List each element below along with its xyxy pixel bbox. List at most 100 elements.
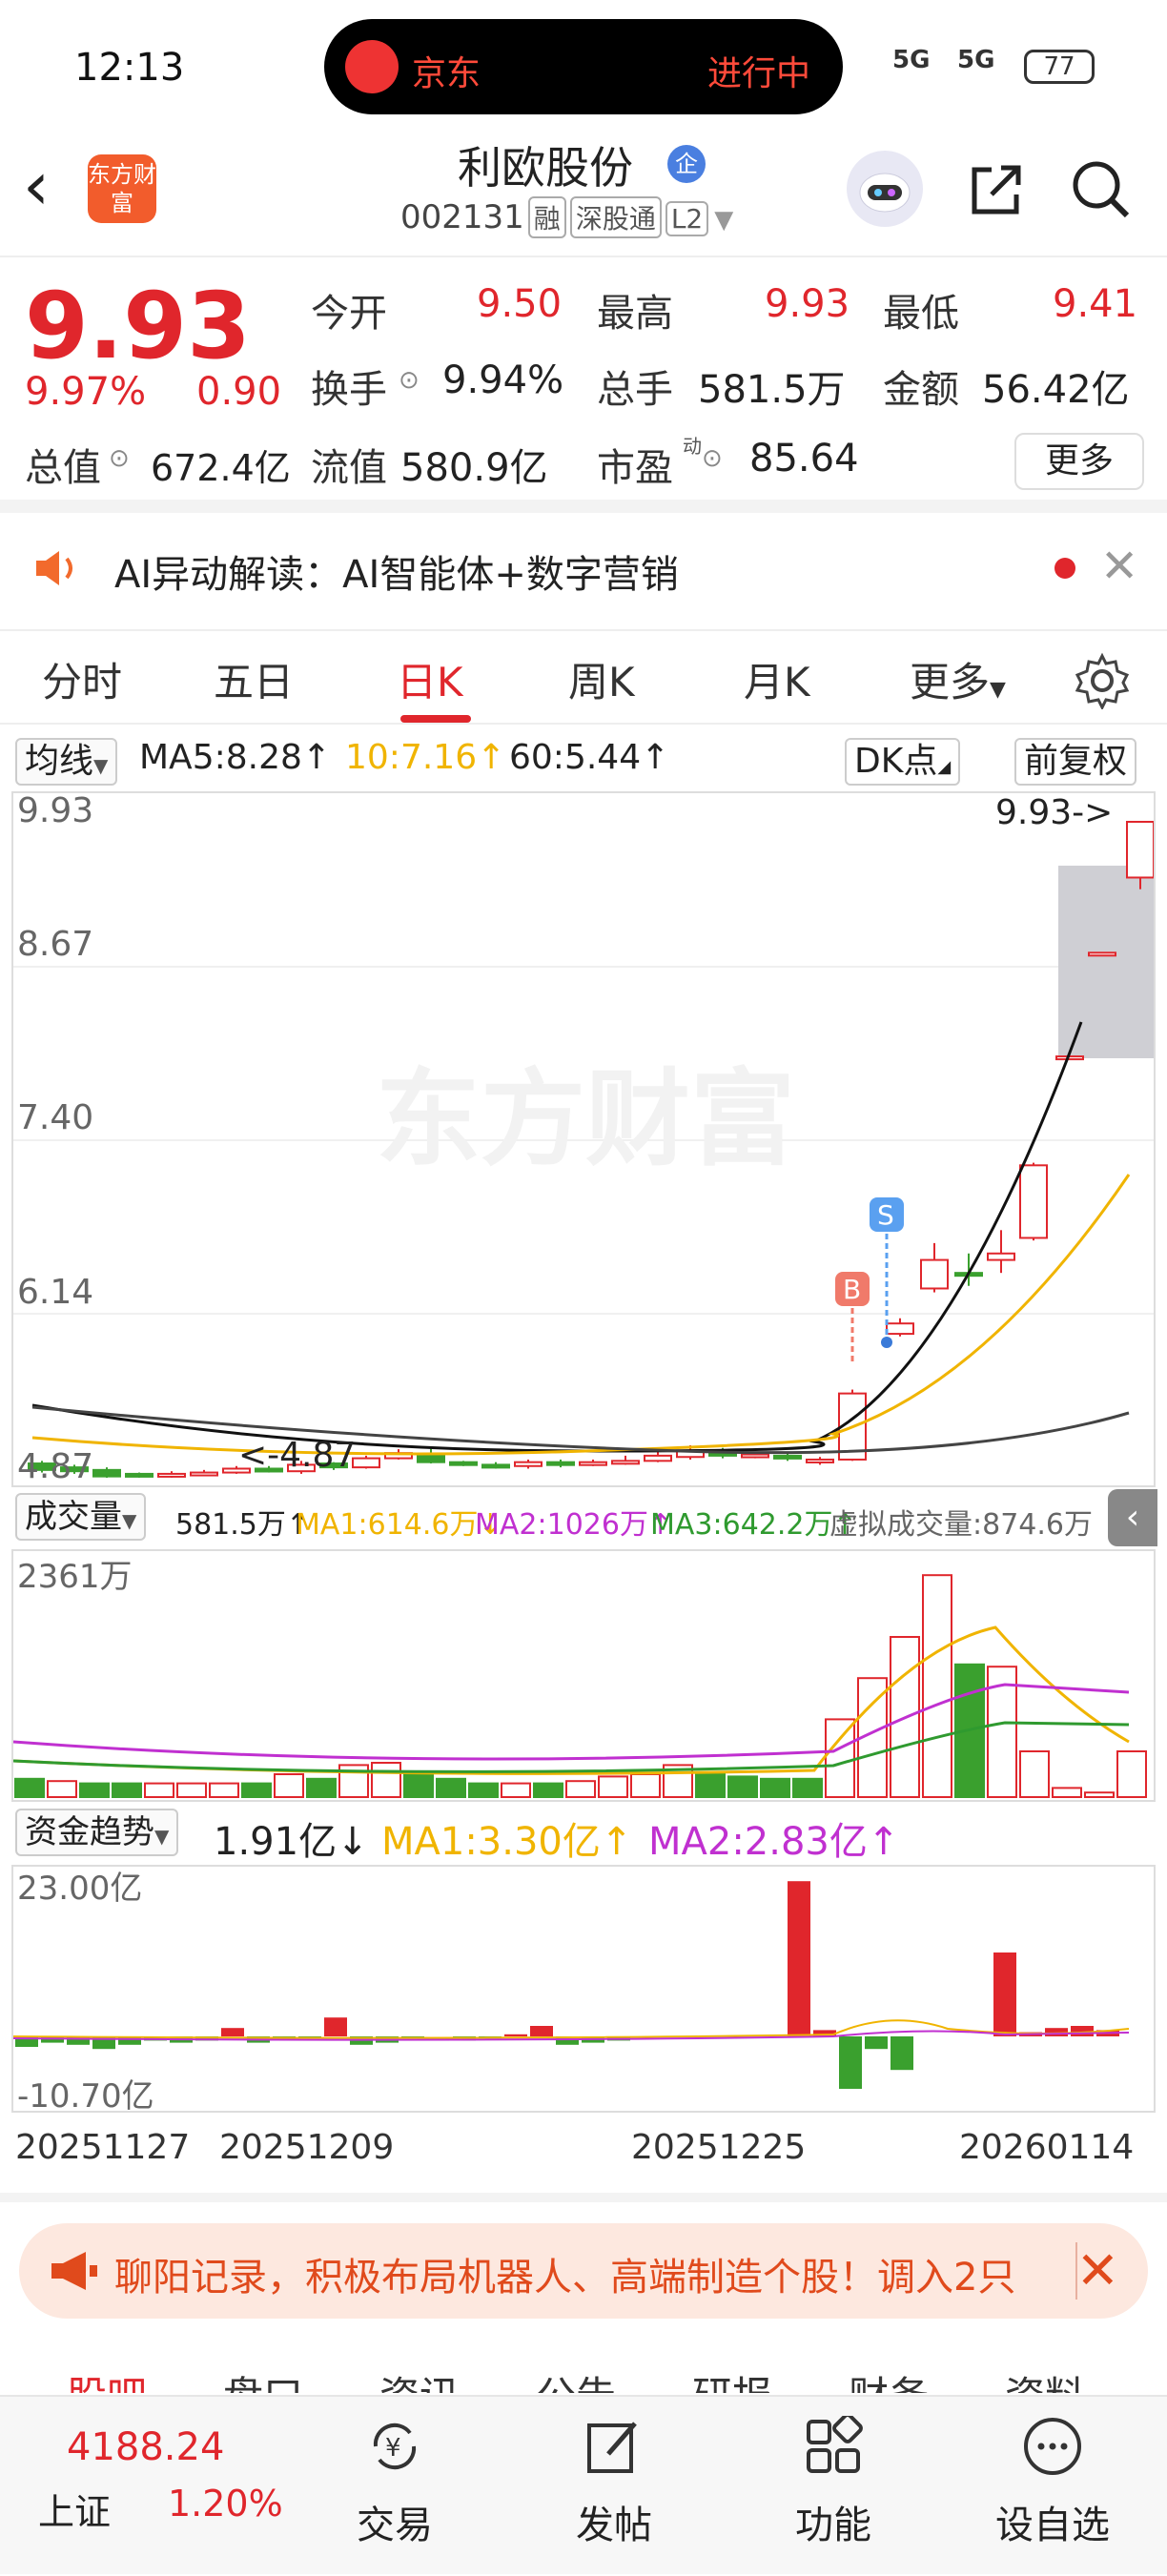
info-icon[interactable]: ⊙ [399,366,420,395]
volume-bar [274,1773,304,1798]
candle-body [741,1453,769,1459]
enterprise-badge: 企 [667,145,706,183]
nav-trade[interactable]: ¥ 交易 [328,2416,461,2549]
index-widget[interactable]: 4188.24 上证 1.20% [0,2397,305,2576]
nav-add-watchlist[interactable]: 设自选 [986,2416,1119,2549]
open-label: 今开 [311,292,387,336]
pe-superscript: 动 [683,435,702,458]
turnover-value: 9.94% [442,358,564,402]
close-icon[interactable]: ✕ [1076,2240,1119,2300]
ma10-value: 10:7.16↑ [345,738,506,777]
capital-flow-current: 1.91亿↓ [214,1820,369,1864]
volume-bar [79,1782,110,1799]
kline-chart[interactable]: 东方财富 9.93 8.67 7.40 6.14 4.87 9.93-> <-4… [11,791,1156,1487]
tab-intraday[interactable]: 分时 [42,650,122,708]
chart-tabs: 分时 五日 日K 周K 月K 更多▼ [0,629,1167,725]
back-arrow-icon[interactable]: ‹ [23,153,50,219]
capital-flow-bar [788,1881,810,2036]
caret-down-icon: ▼ [122,1509,137,1532]
volume-bar [533,1782,563,1799]
volume-bar [695,1773,726,1798]
amount-label: 金额 [883,368,959,412]
capital-flow-chart[interactable]: 23.00亿 -10.70亿 [11,1865,1156,2116]
signal-5g-icon: 5G [957,46,995,74]
ai-robot-icon[interactable] [847,151,923,227]
index-value: 4188.24 [67,2425,225,2469]
tab-pankou[interactable]: 盘口 [223,2364,303,2393]
volume-bar [565,1780,596,1798]
sell-point-dot [881,1337,892,1348]
ma-dropdown[interactable]: 均线▼ [15,738,118,786]
candle-body [1055,1055,1084,1061]
index-name: 上证 [38,2491,112,2533]
volume-value: 581.5万 [698,368,846,412]
live-activity-pill[interactable]: 京东 进行中 [324,19,843,114]
edit-icon [587,2422,637,2473]
volume-bar [468,1782,499,1799]
info-icon[interactable]: ⊙ [702,444,723,473]
price-label: 6.14 [17,1273,93,1312]
volume-chart[interactable]: 2361万 [11,1549,1156,1802]
volume-label: 总手 [597,368,673,412]
volume-bar [1116,1750,1147,1798]
volume-dropdown[interactable]: 成交量▼ [15,1493,147,1541]
capital-flow-ma2: MA2:2.83亿↑ [648,1820,900,1864]
adjust-mode-button[interactable]: 前复权 [1014,738,1137,786]
status-bar: 12:13 京东 进行中 5G 5G 77 [0,0,1167,133]
volume-bar [436,1777,466,1799]
volume-header: 成交量▼ 581.5万↑ MA1:614.6万↓ MA2:1026万↑ MA3:… [0,1489,1167,1546]
speaker-icon [36,551,72,585]
live-status: 进行中 [706,54,810,93]
capital-flow-bar [839,2036,862,2089]
chevron-down-icon[interactable]: ▼ [714,206,733,235]
current-price: 9.93 [25,273,251,379]
tab-profile[interactable]: 资料 [1005,2364,1085,2393]
info-icon[interactable]: ⊙ [109,444,130,473]
more-button[interactable]: 更多 [1014,433,1144,490]
app-logo: 东方财富 [88,154,156,223]
ma60-value: 60:5.44↑ [509,738,670,777]
volume-ma1: MA1:614.6万↓ [296,1508,502,1542]
signal-5g-icon: 5G [892,46,931,74]
capital-flow-bar [530,2026,553,2036]
capital-flow-dropdown[interactable]: 资金趋势▼ [15,1809,179,1856]
tab-guba[interactable]: 股吧 [67,2364,147,2393]
promo-banner[interactable]: 聊阳记录，积极布局机器人、高端制造个股！调入2只 ✕ [19,2223,1148,2319]
share-icon[interactable] [963,156,1030,223]
tab-research[interactable]: 研报 [692,2364,772,2393]
capital-flow-bar [221,2028,244,2036]
dk-point-dropdown[interactable]: DK点◢ [845,738,961,786]
nav-functions[interactable]: 功能 [767,2413,900,2549]
caret-down-icon: ▼ [93,754,109,777]
candle-body [920,1258,949,1290]
candle-body [481,1463,510,1469]
nav-post[interactable]: 发帖 [547,2416,681,2549]
tab-announcements[interactable]: 公告 [536,2364,616,2393]
ai-insight-bar[interactable]: AI异动解读：AI智能体+数字营销 [0,515,1167,620]
quote-panel: 9.93 9.97% 0.90 今开 9.50 最高 9.93 最低 9.41 … [0,259,1167,498]
date-label: 20251209 [219,2128,395,2167]
tab-news[interactable]: 资讯 [379,2364,460,2393]
live-app-name: 京东 [412,54,481,93]
price-label-top: 9.93 [17,793,93,830]
tab-weekly-k[interactable]: 周K [568,650,635,708]
price-label-bottom: 4.87 [17,1447,93,1485]
candle-body [449,1461,478,1466]
volume-bar [825,1718,855,1798]
collapse-arrow-icon[interactable]: ‹ [1108,1489,1157,1546]
change-percent: 9.97% [25,370,147,414]
volume-bar [501,1782,531,1799]
tab-daily-k[interactable]: 日K [397,650,463,708]
stock-name: 利欧股份 [458,142,633,194]
high-label: 最高 [597,292,673,336]
candle-body [546,1461,575,1466]
search-icon[interactable] [1068,156,1135,223]
tab-five-day[interactable]: 五日 [214,650,294,708]
tab-more[interactable]: 更多▼ [910,650,1006,708]
settings-gear-icon[interactable] [1074,652,1131,709]
tab-monthly-k[interactable]: 月K [744,650,810,708]
divider [0,500,1167,513]
float-value: 580.9亿 [400,446,548,490]
close-icon[interactable]: ✕ [1100,540,1138,593]
tab-finance[interactable]: 财务 [849,2364,929,2393]
